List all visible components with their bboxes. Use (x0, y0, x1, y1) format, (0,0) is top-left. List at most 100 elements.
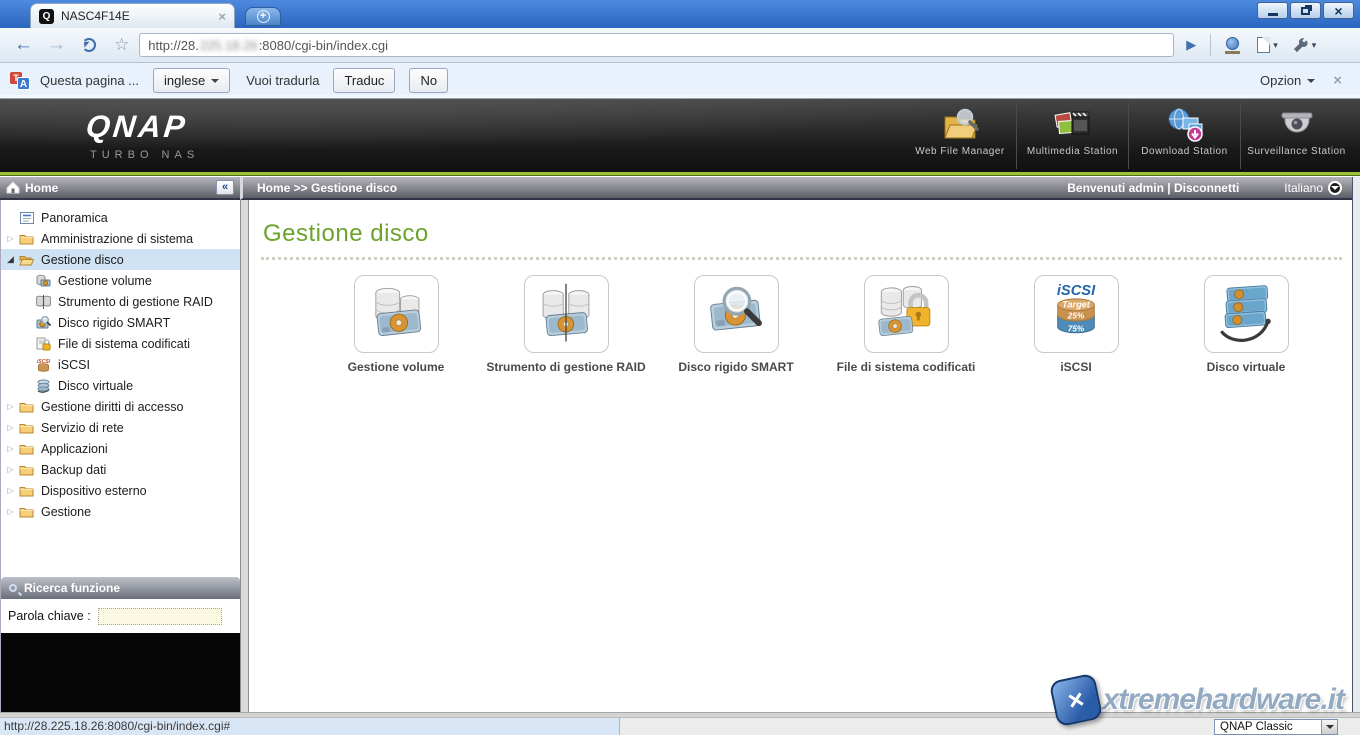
download-globe-icon (1165, 107, 1205, 143)
card-gestione-volume[interactable]: Gestione volume (311, 275, 481, 374)
iscsi-icon: iSCSI Target 25% 75% (1043, 281, 1109, 347)
tree-item-backup-dati[interactable]: ▷ Backup dati (1, 459, 240, 480)
plus-icon: + (257, 10, 270, 23)
page-title: Gestione disco (263, 220, 1352, 248)
tree-item-applicazioni[interactable]: ▷ Applicazioni (1, 438, 240, 459)
window-right-edge (1352, 177, 1360, 712)
minimize-button[interactable] (1257, 2, 1288, 19)
card-label: Gestione volume (311, 360, 481, 374)
expand-arrow-icon[interactable]: ▷ (4, 234, 17, 243)
expand-arrow-icon[interactable]: ▷ (4, 486, 17, 495)
welcome-logout-text[interactable]: Benvenuti admin | Disconnetti (1067, 181, 1239, 195)
tree-item-gestione-volume[interactable]: Gestione volume (1, 270, 240, 291)
app-label: Download Station (1141, 146, 1227, 157)
page-menu-icon[interactable] (1257, 37, 1270, 53)
translate-bar: TA Questa pagina ... inglese Vuoi tradur… (0, 63, 1360, 99)
sidebar-spacer (1, 522, 240, 577)
app-download-station[interactable]: Download Station (1128, 103, 1240, 169)
expand-arrow-icon[interactable]: ▷ (4, 444, 17, 453)
search-icon (9, 584, 17, 592)
expand-arrow-icon[interactable]: ▷ (4, 402, 17, 411)
collapse-arrow-icon[interactable]: ◢ (4, 254, 17, 265)
tree-item-disco-smart[interactable]: Disco rigido SMART (1, 312, 240, 333)
decline-translate-button[interactable]: No (409, 68, 448, 93)
tree-item-panoramica[interactable]: Panoramica (1, 207, 240, 228)
tree-item-amministrazione[interactable]: ▷ Amministrazione di sistema (1, 228, 240, 249)
tree-item-iscsi[interactable]: iSCSI iSCSI (1, 354, 240, 375)
collapse-sidebar-button[interactable]: « (216, 180, 234, 195)
globe-icon[interactable] (1225, 37, 1241, 53)
app-label: Web File Manager (915, 146, 1005, 157)
restore-button[interactable] (1290, 2, 1321, 19)
translate-bar-close-icon[interactable]: × (1333, 72, 1342, 89)
back-button[interactable]: ← (14, 35, 33, 55)
search-panel-header[interactable]: Ricerca funzione (1, 577, 240, 599)
keyword-input[interactable] (98, 608, 222, 625)
virtual-disk-icon (35, 379, 52, 393)
tree-item-servizio-rete[interactable]: ▷ Servizio di rete (1, 417, 240, 438)
browser-tab[interactable]: Q NASC4F14E × (30, 3, 235, 28)
refresh-button[interactable] (82, 38, 96, 52)
translate-prompt: Vuoi tradurla (246, 73, 319, 88)
app-web-file-manager[interactable]: Web File Manager (904, 103, 1016, 169)
url-prefix: http://28. (148, 38, 199, 53)
app-multimedia-station[interactable]: Multimedia Station (1016, 103, 1128, 169)
tree-item-disco-virtuale[interactable]: Disco virtuale (1, 375, 240, 396)
panel-splitter[interactable] (240, 200, 249, 712)
card-iscsi[interactable]: iSCSI Target 25% 75% iSCSI (991, 275, 1161, 374)
expand-arrow-icon[interactable]: ▷ (4, 465, 17, 474)
new-tab-button[interactable]: + (245, 7, 281, 26)
tree-item-dispositivo-esterno[interactable]: ▷ Dispositivo esterno (1, 480, 240, 501)
disk-volume-icon (35, 274, 52, 288)
minimize-icon (1268, 13, 1278, 16)
url-suffix: :8080/cgi-bin/index.cgi (259, 38, 388, 53)
folder-open-icon (18, 254, 35, 266)
bookmark-star-icon[interactable]: ☆ (114, 35, 129, 55)
close-icon: × (1334, 4, 1342, 18)
accent-divider (0, 172, 1360, 176)
card-disco-virtuale[interactable]: Disco virtuale (1161, 275, 1331, 374)
breadcrumb: Home >> Gestione disco (257, 181, 397, 195)
watermark-text: xtremehardware.it (1103, 683, 1344, 717)
close-button[interactable]: × (1323, 2, 1354, 19)
folder-search-icon (940, 107, 980, 143)
tree-item-gestione-disco[interactable]: ◢ Gestione disco (1, 249, 240, 270)
tree-item-diritti-accesso[interactable]: ▷ Gestione diritti di accesso (1, 396, 240, 417)
tree-item-file-codificati[interactable]: File di sistema codificati (1, 333, 240, 354)
media-clapper-icon (1053, 107, 1093, 143)
dotted-divider (261, 257, 1342, 260)
expand-arrow-icon[interactable]: ▷ (4, 507, 17, 516)
forward-button[interactable]: → (47, 35, 66, 55)
card-file-codificati[interactable]: File di sistema codificati (821, 275, 991, 374)
folder-icon (18, 485, 35, 497)
translate-button[interactable]: Traduc (333, 68, 395, 93)
tab-close-icon[interactable]: × (218, 9, 226, 24)
wrench-menu-icon[interactable] (1292, 37, 1309, 54)
home-label: Home (25, 181, 58, 195)
qnap-favicon-icon: Q (39, 9, 54, 24)
go-arrow-button[interactable]: ▶ (1186, 37, 1196, 53)
overview-icon (18, 212, 35, 224)
language-selector[interactable]: Italiano (1284, 181, 1342, 195)
qnap-logo: QNAP (84, 109, 189, 145)
language-dropdown[interactable]: inglese (153, 68, 230, 93)
chevron-down-icon (211, 79, 219, 87)
titlebar: Q NASC4F14E × + × (0, 0, 1360, 28)
app-surveillance-station[interactable]: Surveillance Station (1240, 103, 1352, 169)
tree-item-strumento-raid[interactable]: Strumento di gestione RAID (1, 291, 240, 312)
chevron-down-icon (1307, 79, 1315, 87)
card-strumento-raid[interactable]: Strumento di gestione RAID (481, 275, 651, 374)
expand-arrow-icon[interactable]: ▷ (4, 423, 17, 432)
options-dropdown[interactable]: Opzion (1260, 73, 1315, 88)
url-bar[interactable]: http://28.225.18.26:8080/cgi-bin/index.c… (139, 33, 1174, 57)
folder-icon (18, 443, 35, 455)
folder-icon (18, 464, 35, 476)
encrypted-fs-icon (35, 337, 52, 351)
home-icon (6, 181, 20, 194)
card-label: iSCSI (991, 360, 1161, 374)
disk-volume-icon (363, 281, 429, 347)
tree-item-gestione[interactable]: ▷ Gestione (1, 501, 240, 522)
card-disco-smart[interactable]: Disco rigido SMART (651, 275, 821, 374)
search-panel-title: Ricerca funzione (24, 581, 120, 595)
iscsi-icon: iSCSI (35, 358, 52, 372)
